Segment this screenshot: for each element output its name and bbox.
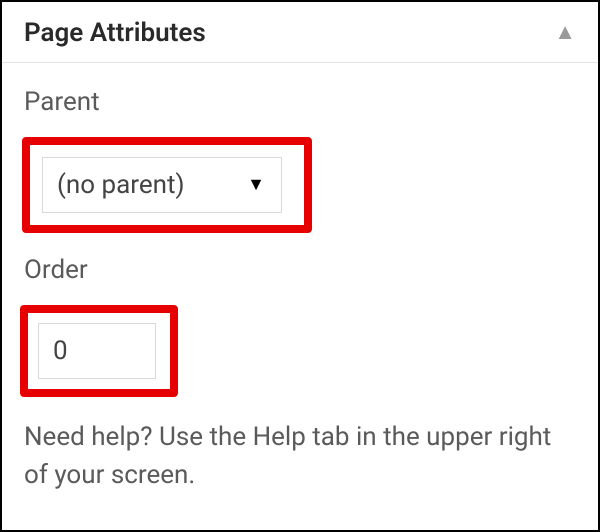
collapse-icon[interactable]: ▲ xyxy=(554,22,576,44)
chevron-down-icon: ▼ xyxy=(247,176,265,194)
parent-select-value: (no parent) xyxy=(57,170,185,200)
help-text: Need help? Use the Help tab in the upper… xyxy=(24,419,564,494)
metabox-frame: Page Attributes ▲ Parent (no parent) ▼ O… xyxy=(0,0,600,532)
highlight-parent: (no parent) ▼ xyxy=(22,137,312,233)
panel-header[interactable]: Page Attributes ▲ xyxy=(2,2,598,63)
parent-label: Parent xyxy=(24,87,576,117)
highlight-order xyxy=(20,305,178,397)
order-input[interactable] xyxy=(38,323,156,379)
parent-select[interactable]: (no parent) ▼ xyxy=(42,157,282,213)
panel-title: Page Attributes xyxy=(24,18,206,48)
page-attributes-panel: Page Attributes ▲ Parent (no parent) ▼ O… xyxy=(2,2,598,530)
order-label: Order xyxy=(24,255,576,285)
panel-body: Parent (no parent) ▼ Order Need help? Us… xyxy=(2,63,598,514)
